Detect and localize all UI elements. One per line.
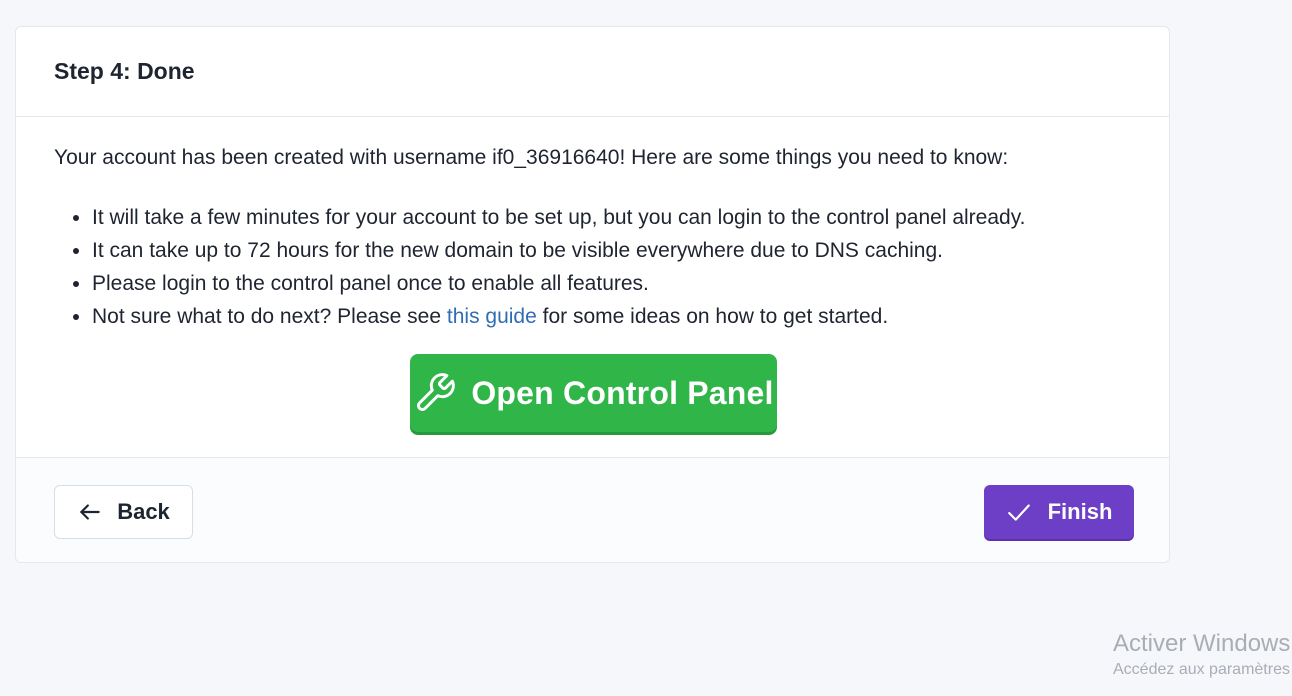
arrow-left-icon bbox=[77, 499, 103, 525]
card-body: Your account has been created with usern… bbox=[16, 117, 1169, 458]
checkmark-icon bbox=[1006, 499, 1032, 525]
account-created-message: Your account has been created with usern… bbox=[54, 146, 1009, 169]
guide-prefix-text: Not sure what to do next? Please see bbox=[92, 305, 447, 328]
finish-button-label: Finish bbox=[1047, 499, 1113, 524]
list-item: It will take a few minutes for your acco… bbox=[92, 201, 1025, 234]
list-item: It can take up to 72 hours for the new d… bbox=[92, 234, 1025, 267]
info-list: It will take a few minutes for your acco… bbox=[54, 201, 1025, 333]
list-item-guide: Not sure what to do next? Please see thi… bbox=[92, 300, 1025, 333]
open-control-panel-button[interactable]: Open Control Panel bbox=[410, 354, 777, 432]
guide-link[interactable]: this guide bbox=[447, 305, 537, 328]
open-control-panel-label: Open Control Panel bbox=[471, 374, 774, 411]
watermark-title: Activer Windows bbox=[1113, 630, 1291, 657]
card-footer: Back Finish bbox=[16, 458, 1169, 562]
windows-activation-watermark: Activer Windows Accédez aux paramètres bbox=[1113, 630, 1290, 682]
back-button[interactable]: Back bbox=[54, 485, 193, 539]
guide-suffix-text: for some ideas on how to get started. bbox=[536, 305, 889, 328]
wrench-icon bbox=[413, 371, 457, 415]
list-item: Please login to the control panel once t… bbox=[92, 267, 1025, 300]
watermark-subtitle: Accédez aux paramètres bbox=[1113, 661, 1290, 678]
signup-step-card: Step 4: Done Your account has been creat… bbox=[15, 26, 1170, 563]
step-title: Step 4: Done bbox=[54, 58, 195, 84]
card-header: Step 4: Done bbox=[16, 27, 1169, 117]
finish-button[interactable]: Finish bbox=[984, 485, 1134, 539]
back-button-label: Back bbox=[117, 499, 170, 524]
